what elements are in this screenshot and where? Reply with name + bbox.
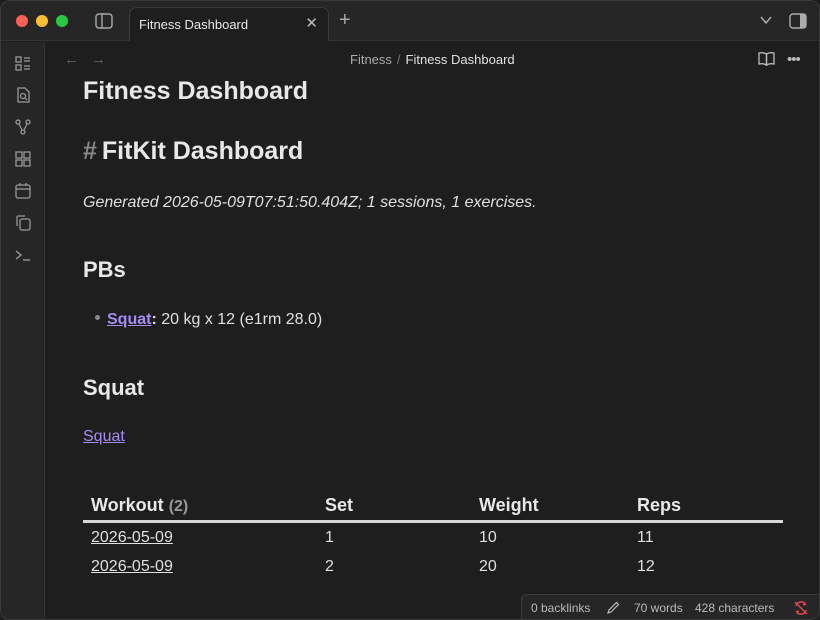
tab-label: Fitness Dashboard [139,17,249,32]
table-row: 2026-05-09 1 10 11 [83,523,783,552]
left-sidebar-toggle-icon[interactable] [95,13,113,29]
pb-squat-link[interactable]: Squat [107,311,151,328]
header-workout-label: Workout [91,495,164,515]
sync-error-icon[interactable] [793,600,809,616]
breadcrumb: Fitness / Fitness Dashboard [350,52,515,67]
table-header: Workout (2) Set Weight Reps [83,491,783,523]
heading-squat: Squat [83,375,145,400]
table-row: 2026-05-09 2 20 12 [83,552,783,581]
character-count: 428 characters [695,601,775,615]
chevron-down-icon[interactable] [759,13,773,27]
right-sidebar-toggle-icon[interactable] [789,13,807,29]
window-maximize-button[interactable] [56,15,68,27]
search-file-icon[interactable] [14,86,32,104]
heading-hash: # [83,137,97,165]
ribbon [1,42,45,619]
files-icon[interactable] [14,54,32,72]
squat-link[interactable]: Squat [83,428,125,446]
cell-reps: 12 [637,558,655,575]
status-bar: 0 backlinks 70 words 428 characters [521,594,819,619]
header-reps[interactable]: Reps [637,495,681,516]
generated-summary: Generated 2026-05-09T07:51:50.404Z; 1 se… [83,194,537,211]
breadcrumb-separator: / [396,52,401,67]
header-workout-count: (2) [168,498,189,515]
cell-reps: 11 [637,529,654,546]
cell-weight: 20 [479,558,497,575]
backlinks-count[interactable]: 0 backlinks [531,601,590,615]
note-title[interactable]: Fitness Dashboard [83,77,308,106]
header-weight[interactable]: Weight [479,495,539,516]
cell-set: 1 [325,529,334,546]
list-item: Squat: 20 kg x 12 (e1rm 28.0) [95,311,322,329]
title-bar: Fitness Dashboard ✕ + [1,1,819,41]
calendar-icon[interactable] [14,182,32,200]
heading-pbs: PBs [83,257,126,282]
breadcrumb-parent[interactable]: Fitness [350,52,392,67]
cell-weight: 10 [479,529,497,546]
app-window: Fitness Dashboard ✕ + ← → Fitness / Fitn… [0,0,820,620]
copy-icon[interactable] [14,214,32,232]
workout-date-link[interactable]: 2026-05-09 [91,558,173,576]
cell-set: 2 [325,558,334,575]
header-set[interactable]: Set [325,495,353,516]
pencil-icon[interactable] [606,600,621,615]
workout-date-link[interactable]: 2026-05-09 [91,529,173,547]
terminal-icon[interactable] [14,246,32,264]
window-minimize-button[interactable] [36,15,48,27]
back-arrow-icon[interactable]: ← [64,51,79,68]
workout-table: Workout (2) Set Weight Reps 2026-05-09 1… [83,491,783,581]
header-workout[interactable]: Workout (2) [91,495,188,516]
pb-detail: 20 kg x 12 (e1rm 28.0) [156,311,323,328]
more-options-icon[interactable]: ••• [787,51,801,68]
new-tab-icon[interactable]: + [339,9,351,31]
breadcrumb-current[interactable]: Fitness Dashboard [406,52,515,67]
heading-fitkit: # FitKit Dashboard [83,137,303,166]
graph-icon[interactable] [14,118,32,136]
forward-arrow-icon[interactable]: → [91,51,106,68]
close-tab-icon[interactable]: ✕ [305,16,318,32]
window-close-button[interactable] [16,15,28,27]
bullet-icon [95,315,100,321]
word-count: 70 words [634,601,683,615]
canvas-icon[interactable] [14,150,32,168]
book-open-icon[interactable] [758,51,775,66]
heading-text: FitKit Dashboard [101,137,304,165]
tab-fitness-dashboard[interactable]: Fitness Dashboard ✕ [129,7,329,41]
